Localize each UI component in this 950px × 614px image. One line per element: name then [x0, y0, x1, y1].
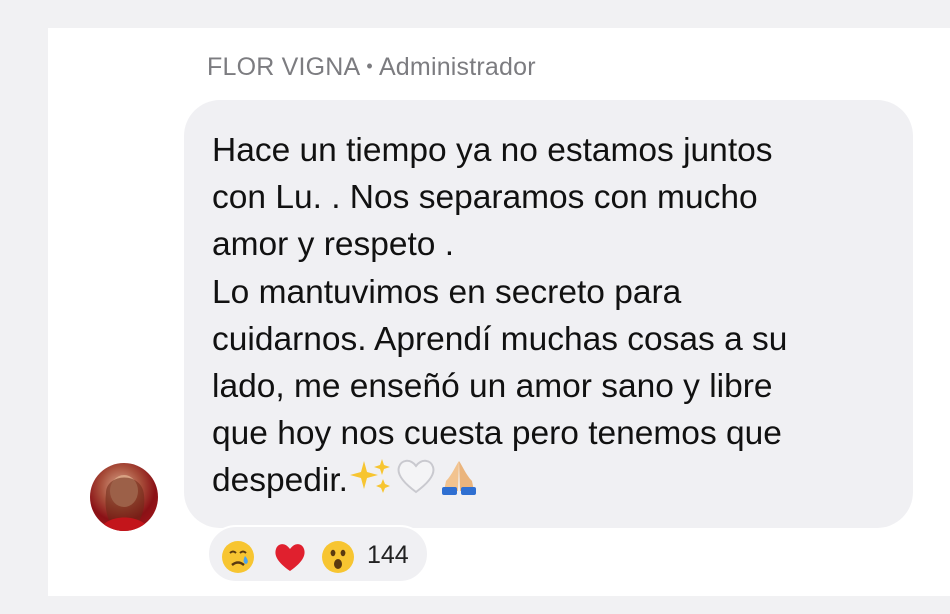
reaction-bar[interactable]: 144 — [207, 525, 429, 583]
sender-header: FLOR VIGNA • Administrador — [207, 53, 536, 82]
surprised-face-icon[interactable] — [321, 540, 355, 574]
reaction-count: 144 — [367, 541, 409, 569]
crying-face-icon[interactable] — [221, 540, 255, 574]
sender-role: Administrador — [378, 53, 536, 81]
message-line: Lo mantuvimos en secreto para — [212, 273, 682, 311]
white-heart-emoji — [396, 457, 436, 508]
chat-screen: FLOR VIGNA • Administrador Hace un tiempo … — [0, 0, 950, 614]
separator-dot: • — [366, 56, 373, 76]
sender-name[interactable]: FLOR VIGNA — [207, 53, 360, 81]
sparkles-emoji — [349, 457, 394, 508]
red-heart-icon[interactable] — [273, 540, 307, 574]
folded-hands-emoji — [438, 457, 480, 508]
message-line: que hoy nos cuesta pero tenemos que — [212, 415, 782, 453]
message-line: cuidarnos. Aprendí muchas cosas a su — [212, 320, 788, 358]
avatar[interactable] — [90, 463, 158, 531]
message-line: Hace un tiempo ya no estamos juntos — [212, 132, 773, 169]
message-line: amor y respeto . — [212, 226, 455, 264]
message-line: lado, me enseñó un amor sano y libre — [212, 368, 773, 406]
message-line: con Lu. . Nos separamos con mucho — [212, 179, 758, 217]
message-last-line: despedir. — [212, 457, 902, 508]
message-line: despedir. — [212, 462, 348, 500]
avatar-photo — [100, 475, 150, 531]
message-text: Hace un tiempo ya no estamos juntos con … — [212, 127, 902, 509]
